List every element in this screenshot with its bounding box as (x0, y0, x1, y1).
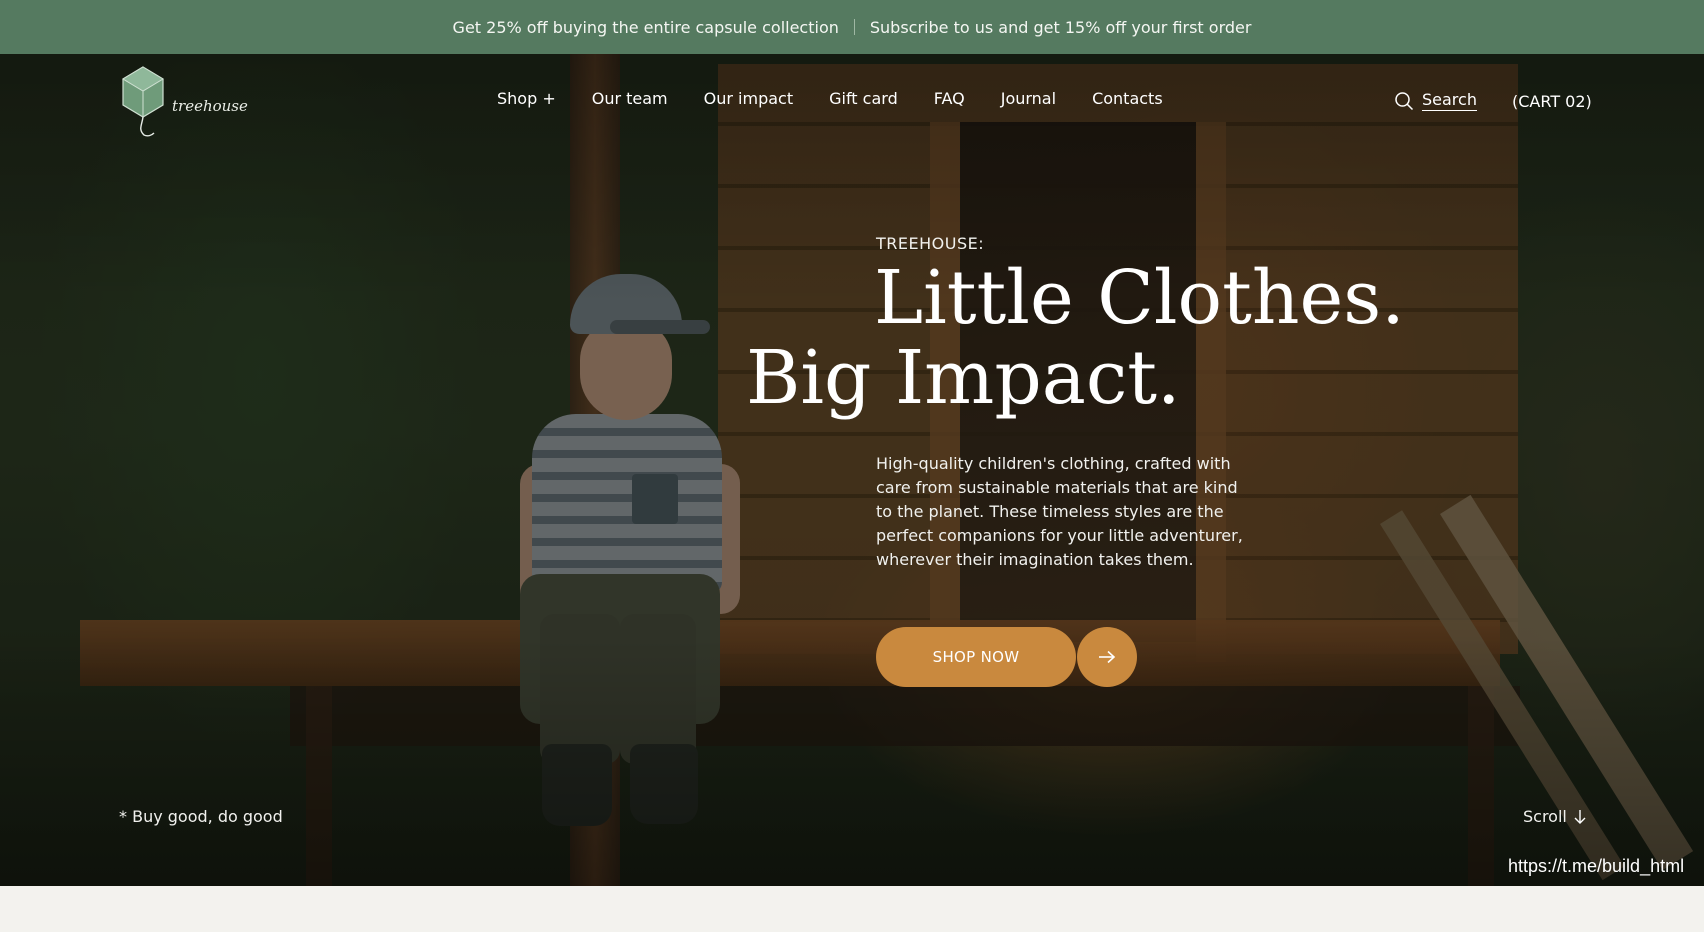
headline-line-1: Little Clothes. (874, 255, 1405, 341)
shop-now-arrow-button[interactable] (1077, 627, 1137, 687)
hero-description: High-quality children's clothing, crafte… (876, 454, 1243, 569)
hero-eyebrow: TREEHOUSE: (876, 234, 985, 253)
nav-contacts[interactable]: Contacts (1092, 89, 1163, 108)
nav-our-team[interactable]: Our team (592, 89, 668, 108)
arrow-right-icon (1099, 650, 1116, 664)
nav-shop[interactable]: Shop + (497, 89, 556, 108)
search-label: Search (1422, 90, 1477, 111)
hero-section (0, 54, 1704, 886)
hero-tagline: * Buy good, do good (119, 807, 283, 826)
search-link[interactable]: Search (1394, 90, 1477, 111)
promo-subscribe-text[interactable]: Subscribe to us and get 15% off your fir… (870, 18, 1252, 37)
arrow-down-icon (1574, 809, 1586, 824)
hero-vignette (0, 54, 1704, 886)
shop-now-cta: SHOP NOW (876, 627, 1137, 687)
watermark-text: https://t.me/build_html (1508, 856, 1685, 876)
promo-divider (853, 19, 855, 35)
next-section (0, 886, 1704, 932)
shop-now-button[interactable]: SHOP NOW (876, 627, 1076, 687)
headline-line-2: Big Impact. (746, 335, 1181, 421)
logo[interactable]: treehouse (120, 65, 248, 139)
search-icon (1395, 91, 1414, 110)
nav-faq[interactable]: FAQ (934, 89, 965, 108)
hero-headline: Little Clothes. Big Impact. (746, 258, 1446, 418)
cart-link[interactable]: (CART 02) (1512, 92, 1592, 111)
nav-gift-card[interactable]: Gift card (829, 89, 898, 108)
main-nav: Shop + Our team Our impact Gift card FAQ… (497, 89, 1163, 108)
promo-bar: Get 25% off buying the entire capsule co… (0, 0, 1704, 54)
nav-our-impact[interactable]: Our impact (704, 89, 793, 108)
logo-text: treehouse (172, 97, 248, 115)
scroll-label: Scroll (1523, 807, 1567, 826)
promo-discount-text[interactable]: Get 25% off buying the entire capsule co… (453, 18, 839, 37)
leaf-logo-icon (122, 66, 164, 137)
nav-journal[interactable]: Journal (1001, 89, 1056, 108)
scroll-button[interactable]: Scroll (1523, 807, 1587, 826)
